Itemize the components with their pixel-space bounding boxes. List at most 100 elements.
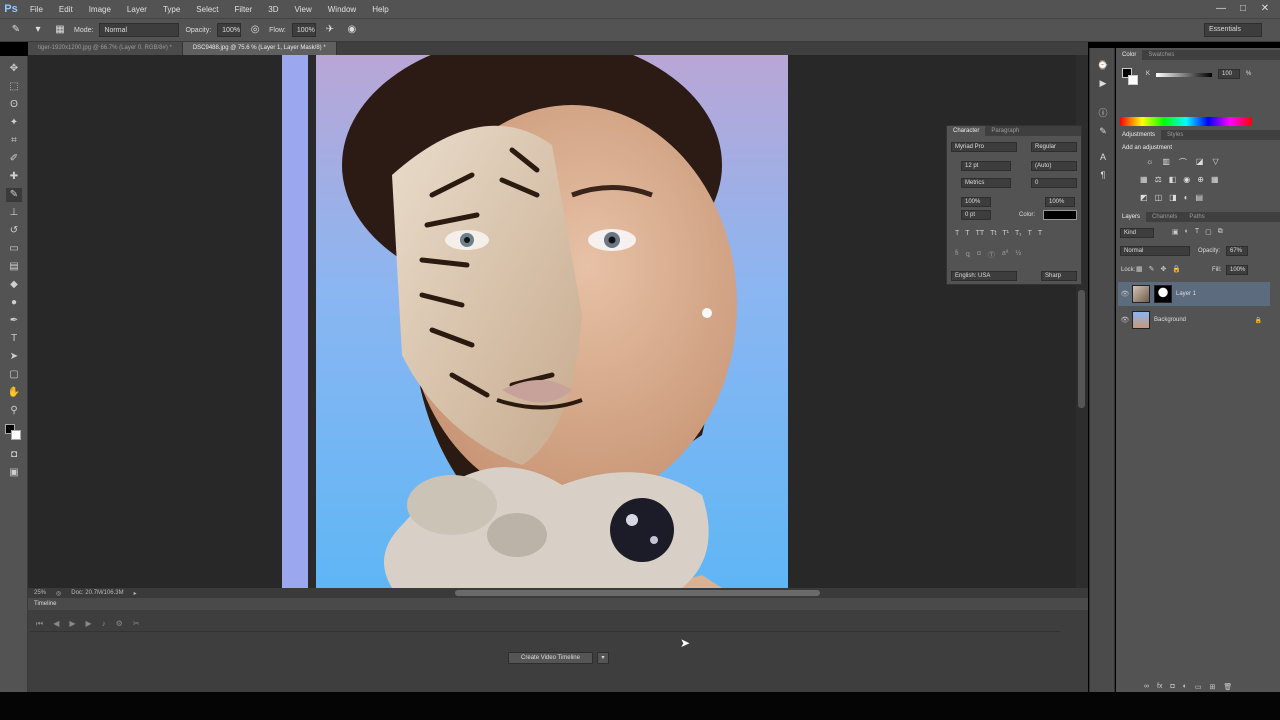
maximize-button[interactable]: □: [1234, 2, 1252, 15]
channel-mixer-icon[interactable]: ⊕: [1197, 175, 1204, 184]
adjustment-filter-icon[interactable]: ◐: [1185, 228, 1189, 236]
brush-tool-icon[interactable]: ✎: [6, 188, 22, 202]
layer-name[interactable]: Layer 1: [1176, 291, 1196, 297]
tab-channels[interactable]: Channels: [1146, 212, 1183, 222]
brush-presets-icon[interactable]: ✎: [1096, 124, 1110, 138]
kerning-field[interactable]: Metrics: [961, 178, 1011, 188]
marquee-tool-icon[interactable]: ⬚: [6, 80, 22, 94]
titling-icon[interactable]: Ⓣ: [988, 250, 995, 260]
lock-position-icon[interactable]: ✥: [1161, 265, 1167, 273]
brush-panel-icon[interactable]: ▦: [52, 22, 68, 38]
pressure-opacity-icon[interactable]: ◎: [247, 22, 263, 38]
ligatures-icon[interactable]: fi: [955, 250, 959, 260]
crop-tool-icon[interactable]: ⌗: [6, 134, 22, 148]
split-icon[interactable]: ✂: [133, 619, 140, 628]
background-color-swatch[interactable]: [11, 430, 21, 440]
new-adjustment-icon[interactable]: ◐: [1183, 683, 1187, 691]
link-layers-icon[interactable]: ∞: [1144, 683, 1149, 691]
selective-color-icon[interactable]: ◐: [1184, 193, 1189, 202]
visibility-eye-icon[interactable]: 👁: [1118, 290, 1132, 298]
subscript-icon[interactable]: T₁: [1015, 230, 1022, 240]
language-select[interactable]: English: USA: [951, 271, 1017, 281]
stylistic-icon[interactable]: ɑ: [977, 250, 981, 260]
color-spectrum-ramp[interactable]: [1120, 117, 1252, 126]
zoom-tool-icon[interactable]: ⚲: [6, 404, 22, 418]
blur-tool-icon[interactable]: ◆: [6, 278, 22, 292]
first-frame-icon[interactable]: ⏮: [36, 619, 43, 629]
visibility-eye-icon[interactable]: 👁: [1118, 316, 1132, 324]
menu-view[interactable]: View: [287, 5, 320, 14]
menu-filter[interactable]: Filter: [227, 5, 261, 14]
tab-layers[interactable]: Layers: [1116, 212, 1147, 222]
tab-color[interactable]: Color: [1116, 50, 1143, 60]
tab-swatches[interactable]: Swatches: [1142, 50, 1180, 60]
opacity-field[interactable]: 100%: [217, 23, 242, 37]
workspace-select[interactable]: Essentials: [1204, 23, 1262, 37]
layer-style-icon[interactable]: fx: [1157, 683, 1162, 691]
vertical-scroll-thumb[interactable]: [1078, 290, 1085, 408]
brush-tool-preset-icon[interactable]: ✎: [8, 22, 24, 38]
eraser-tool-icon[interactable]: ▭: [6, 242, 22, 256]
tab-portrait[interactable]: DSC9488.jpg @ 75.6 % (Layer 1, Layer Mas…: [182, 42, 337, 55]
new-group-icon[interactable]: ▭: [1195, 683, 1202, 691]
zoom-level[interactable]: 25%: [34, 590, 46, 596]
dodge-tool-icon[interactable]: ●: [6, 296, 22, 310]
menu-file[interactable]: File: [22, 5, 51, 14]
underline-icon[interactable]: T: [1028, 230, 1032, 240]
gradient-map-icon[interactable]: ▤: [1196, 193, 1204, 202]
menu-window[interactable]: Window: [320, 5, 364, 14]
minimize-button[interactable]: —: [1212, 2, 1230, 15]
vibrance-icon[interactable]: ▽: [1212, 157, 1218, 168]
lock-transparent-icon[interactable]: ▦: [1136, 265, 1143, 273]
settings-icon[interactable]: ⚙: [116, 619, 123, 628]
delete-layer-icon[interactable]: 🗑: [1223, 683, 1232, 691]
paragraph-icon[interactable]: ¶: [1096, 168, 1110, 182]
character-icon[interactable]: A: [1096, 150, 1110, 164]
layer-row-background[interactable]: 👁 Background 🔒: [1118, 308, 1270, 332]
add-mask-icon[interactable]: ◘: [1170, 683, 1174, 691]
horizontal-scale-field[interactable]: 100%: [1045, 197, 1075, 207]
all-caps-icon[interactable]: TT: [976, 230, 985, 240]
airbrush-icon[interactable]: ✈: [322, 22, 338, 38]
tracking-field[interactable]: 0: [1031, 178, 1077, 188]
threshold-icon[interactable]: ◨: [1169, 193, 1177, 202]
tab-tiger[interactable]: tiger-1920x1200.jpg @ 66.7% (Layer 0, RG…: [28, 42, 183, 55]
exposure-icon[interactable]: ◪: [1196, 157, 1204, 168]
layer-name[interactable]: Background: [1154, 317, 1186, 323]
clone-stamp-tool-icon[interactable]: ⊥: [6, 206, 22, 220]
fractions-icon[interactable]: ½: [1015, 250, 1021, 260]
tab-character[interactable]: Character: [947, 126, 986, 136]
prev-frame-icon[interactable]: ◀: [53, 619, 59, 628]
lock-all-icon[interactable]: 🔒: [1172, 265, 1181, 273]
info-icon[interactable]: ⓘ: [1096, 106, 1110, 120]
layer-opacity-field[interactable]: 67%: [1226, 246, 1248, 256]
ordinals-icon[interactable]: aª: [1002, 250, 1008, 260]
flow-field[interactable]: 100%: [291, 23, 316, 37]
baseline-shift-field[interactable]: 0 pt: [961, 210, 991, 220]
actions-icon[interactable]: ▶: [1096, 76, 1110, 90]
menu-3d[interactable]: 3D: [260, 5, 286, 14]
font-size-field[interactable]: 12 pt: [961, 161, 1011, 171]
blend-mode-select[interactable]: Normal: [1120, 246, 1190, 256]
font-family-select[interactable]: Myriad Pro: [951, 142, 1017, 152]
mode-select[interactable]: Normal: [99, 23, 180, 37]
healing-tool-icon[interactable]: ✚: [6, 170, 22, 184]
shape-tool-icon[interactable]: ▢: [6, 368, 22, 382]
photo-filter-icon[interactable]: ◉: [1183, 175, 1190, 184]
new-layer-icon[interactable]: ⊞: [1210, 683, 1216, 691]
curves-icon[interactable]: ⌒: [1179, 157, 1187, 168]
text-color-swatch[interactable]: [1043, 210, 1077, 220]
gradient-tool-icon[interactable]: ▤: [6, 260, 22, 274]
levels-icon[interactable]: ▥: [1162, 157, 1170, 168]
pixel-filter-icon[interactable]: ▣: [1172, 228, 1179, 236]
type-filter-icon[interactable]: T: [1195, 228, 1199, 236]
pen-tool-icon[interactable]: ✒: [6, 314, 22, 328]
brightness-icon[interactable]: ☼: [1146, 157, 1153, 168]
bg-color-swatch[interactable]: [1128, 75, 1138, 85]
fill-field[interactable]: 100%: [1226, 265, 1248, 275]
faux-italic-icon[interactable]: T: [965, 230, 969, 240]
horizontal-scroll-thumb[interactable]: [455, 590, 820, 596]
small-caps-icon[interactable]: Tt: [990, 230, 996, 240]
superscript-icon[interactable]: T¹: [1002, 230, 1009, 240]
next-frame-icon[interactable]: ▶: [86, 619, 92, 628]
